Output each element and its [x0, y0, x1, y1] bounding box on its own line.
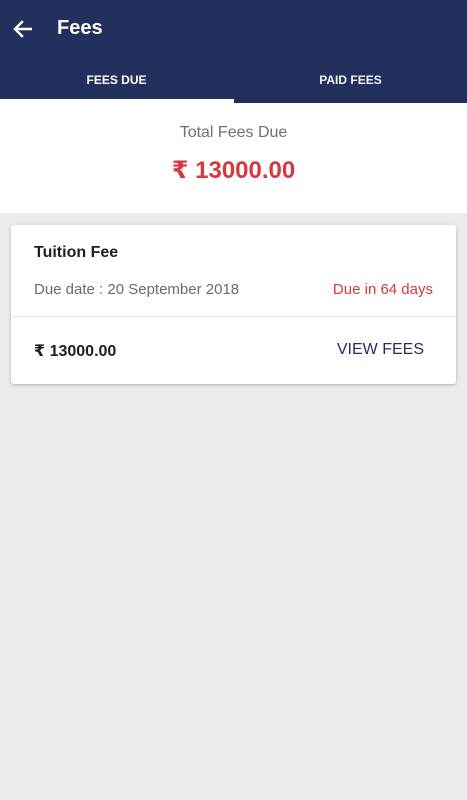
tab-bar: FEES DUE PAID FEES — [0, 58, 467, 103]
arrow-left-icon — [13, 20, 32, 38]
toolbar: Fees — [0, 0, 467, 58]
total-fees-amount: ₹ 13000.00 — [171, 157, 296, 184]
fee-name: Tuition Fee — [34, 244, 119, 261]
tab-fees-due[interactable]: FEES DUE — [0, 58, 233, 103]
back-button[interactable] — [8, 11, 36, 47]
total-fees-summary: Total Fees Due ₹ 13000.00 — [0, 103, 467, 213]
app-bar: Fees FEES DUE PAID FEES — [0, 0, 467, 103]
view-fees-button[interactable]: VIEW FEES — [325, 333, 436, 367]
tab-paid-fees[interactable]: PAID FEES — [234, 58, 467, 103]
fee-card: Tuition Fee Due date : 20 September 2018… — [11, 225, 456, 384]
card-divider — [11, 316, 456, 317]
fee-amount: ₹ 13000.00 — [34, 343, 117, 360]
page-title: Fees — [57, 17, 103, 39]
fee-due-status: Due in 64 days — [332, 281, 433, 298]
fee-due-date: Due date : 20 September 2018 — [34, 281, 240, 298]
total-fees-label: Total Fees Due — [179, 124, 288, 141]
